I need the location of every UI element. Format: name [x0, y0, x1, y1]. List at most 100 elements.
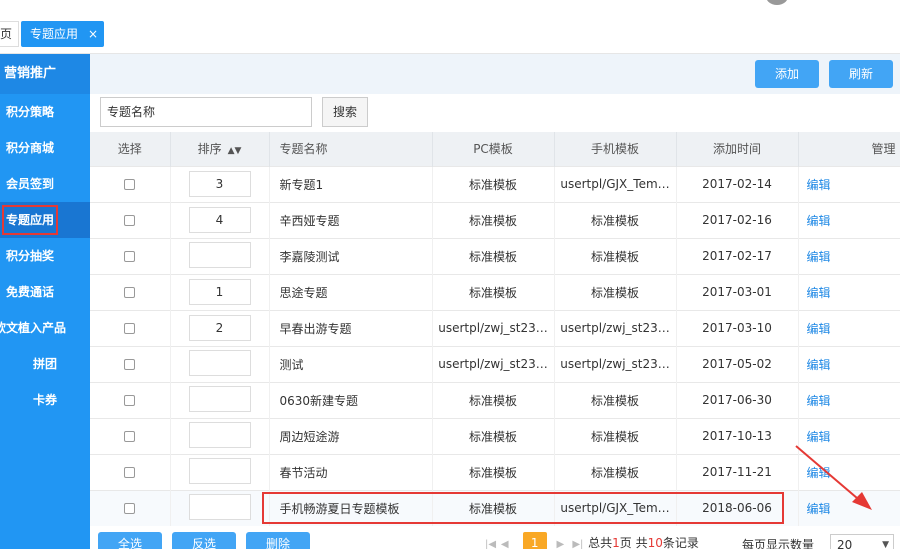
row-checkbox[interactable] — [124, 215, 136, 226]
table-row: 测试 usertpl/zwj_st23… usertpl/zwj_st23… 2017… — [90, 345, 900, 382]
avatar[interactable] — [766, 0, 788, 5]
edit-link[interactable]: 编辑 — [798, 201, 900, 238]
row-checkbox-cell — [90, 273, 171, 310]
edit-link[interactable]: 编辑 — [798, 309, 900, 346]
sidebar-item-group-buy[interactable]: 拼团 — [0, 346, 90, 382]
sidebar-item-points-lottery[interactable]: 积分抽奖 — [0, 238, 90, 274]
sidebar-item-topic-apps[interactable]: 专题应用 — [0, 202, 90, 238]
row-add-time: 2017-05-02 — [676, 345, 799, 382]
edit-link[interactable]: 编辑 — [798, 417, 900, 454]
row-pc-template: 标准模板 — [432, 453, 555, 490]
edit-link[interactable]: 编辑 — [798, 453, 900, 490]
edit-link[interactable]: 编辑 — [798, 381, 900, 418]
delete-button[interactable]: 删除 — [246, 532, 310, 549]
row-name: 辛西娅专题 — [269, 201, 433, 238]
sidebar-header[interactable]: 营销推广 — [0, 54, 90, 94]
row-name: 早春出游专题 — [269, 309, 433, 346]
row-checkbox[interactable] — [124, 395, 136, 406]
row-sort-cell: 2 — [170, 309, 270, 346]
search-button[interactable]: 搜索 — [322, 97, 368, 127]
row-sort-cell — [170, 381, 270, 418]
row-mobile-template: 标准模板 — [554, 201, 677, 238]
row-checkbox[interactable] — [124, 287, 136, 298]
row-checkbox[interactable] — [124, 251, 136, 262]
add-button[interactable]: 添加 — [755, 60, 819, 88]
sort-input[interactable]: 3 — [188, 171, 251, 197]
per-page-label: 每页显示数量 — [742, 538, 815, 549]
row-add-time: 2017-03-01 — [676, 273, 799, 310]
edit-link[interactable]: 编辑 — [798, 489, 900, 526]
sort-input[interactable] — [188, 493, 251, 520]
sort-input[interactable] — [188, 421, 251, 448]
row-add-time: 2017-02-17 — [676, 237, 799, 274]
sidebar-item-label: 积分抽奖 — [6, 249, 55, 263]
sort-icon[interactable]: ▲▼ — [228, 146, 242, 156]
row-sort-cell — [170, 453, 270, 490]
per-page-select[interactable]: 20 ▼ — [830, 534, 894, 549]
per-page-value: 20 — [837, 538, 853, 549]
sidebar-item-points-strategy[interactable]: 积分策略 — [0, 94, 90, 130]
tab-bar: 页 专题应用 × — [0, 0, 900, 54]
row-checkbox-cell — [90, 165, 171, 202]
prev-page-icon[interactable]: ◀ — [501, 539, 513, 549]
invert-selection-button[interactable]: 反选 — [172, 532, 236, 549]
row-mobile-template: usertpl/GJX_Tem… — [554, 165, 677, 202]
sort-input[interactable]: 4 — [188, 207, 251, 233]
sidebar: 营销推广 积分策略 积分商城 会员签到 专题应用 积分抽奖 免费通话 软文植入产… — [0, 54, 90, 549]
row-mobile-template: usertpl/GJX_Tem… — [554, 489, 677, 526]
sidebar-item-label: 积分商城 — [6, 141, 55, 155]
sort-input[interactable] — [188, 349, 251, 376]
col-header-add-time: 添加时间 — [676, 132, 799, 166]
row-checkbox[interactable] — [124, 323, 136, 334]
edit-link[interactable]: 编辑 — [798, 273, 900, 310]
row-pc-template: 标准模板 — [432, 165, 555, 202]
tab-topic-apps[interactable]: 专题应用 × — [21, 21, 104, 47]
page-current[interactable]: 1 — [522, 532, 547, 549]
row-pc-template: 标准模板 — [432, 489, 555, 526]
row-sort-cell — [170, 417, 270, 454]
table-row: 李嘉陵测试 标准模板 标准模板 2017-02-17 编辑 — [90, 237, 900, 274]
sort-input[interactable]: 1 — [188, 279, 251, 305]
row-checkbox-cell — [90, 309, 171, 346]
sidebar-item-coupons[interactable]: 卡券 — [0, 382, 90, 418]
row-name: 思途专题 — [269, 273, 433, 310]
table-row: 0630新建专题 标准模板 标准模板 2017-06-30 编辑 — [90, 381, 900, 418]
search-input[interactable]: 专题名称 — [100, 97, 312, 127]
select-all-button[interactable]: 全选 — [98, 532, 162, 549]
sidebar-item-member-checkin[interactable]: 会员签到 — [0, 166, 90, 202]
sidebar-item-points-mall[interactable]: 积分商城 — [0, 130, 90, 166]
row-mobile-template: 标准模板 — [554, 453, 677, 490]
sidebar-item-soft-article-product[interactable]: 软文植入产品 — [0, 310, 90, 346]
col-header-manage: 管理 — [798, 132, 900, 166]
row-sort-cell: 4 — [170, 201, 270, 238]
edit-link[interactable]: 编辑 — [798, 345, 900, 382]
tab-previous[interactable]: 页 — [0, 21, 20, 47]
chevron-down-icon: ▼ — [882, 540, 889, 549]
row-sort-cell: 3 — [170, 165, 270, 202]
row-checkbox[interactable] — [124, 179, 136, 190]
refresh-button[interactable]: 刷新 — [829, 60, 893, 88]
table-row: 2 早春出游专题 usertpl/zwj_st23… usertpl/zwj_st23… — [90, 309, 900, 346]
last-page-icon[interactable]: ▶| — [572, 539, 584, 549]
edit-link[interactable]: 编辑 — [798, 237, 900, 274]
total-prefix: 总共 — [588, 536, 613, 549]
sort-input[interactable] — [188, 385, 251, 412]
sidebar-item-free-call[interactable]: 免费通话 — [0, 274, 90, 310]
row-checkbox[interactable] — [124, 431, 136, 442]
sort-input[interactable] — [188, 241, 251, 268]
row-add-time: 2017-10-13 — [676, 417, 799, 454]
sort-input[interactable]: 2 — [188, 315, 251, 341]
row-checkbox[interactable] — [124, 359, 136, 370]
first-page-icon[interactable]: |◀ — [485, 539, 497, 549]
pagination: |◀ ◀ 1 ▶ ▶| 总共1页 共10条记录 — [485, 532, 699, 549]
next-page-icon[interactable]: ▶ — [556, 539, 568, 549]
close-icon[interactable]: × — [88, 21, 98, 47]
row-checkbox[interactable] — [124, 467, 136, 478]
row-pc-template: 标准模板 — [432, 201, 555, 238]
row-pc-template: 标准模板 — [432, 273, 555, 310]
row-checkbox[interactable] — [124, 503, 136, 515]
row-pc-template: usertpl/zwj_st23… — [432, 345, 555, 382]
sort-input[interactable] — [188, 457, 251, 484]
edit-link[interactable]: 编辑 — [798, 165, 900, 202]
col-header-sort[interactable]: 排序 ▲▼ — [170, 132, 270, 166]
